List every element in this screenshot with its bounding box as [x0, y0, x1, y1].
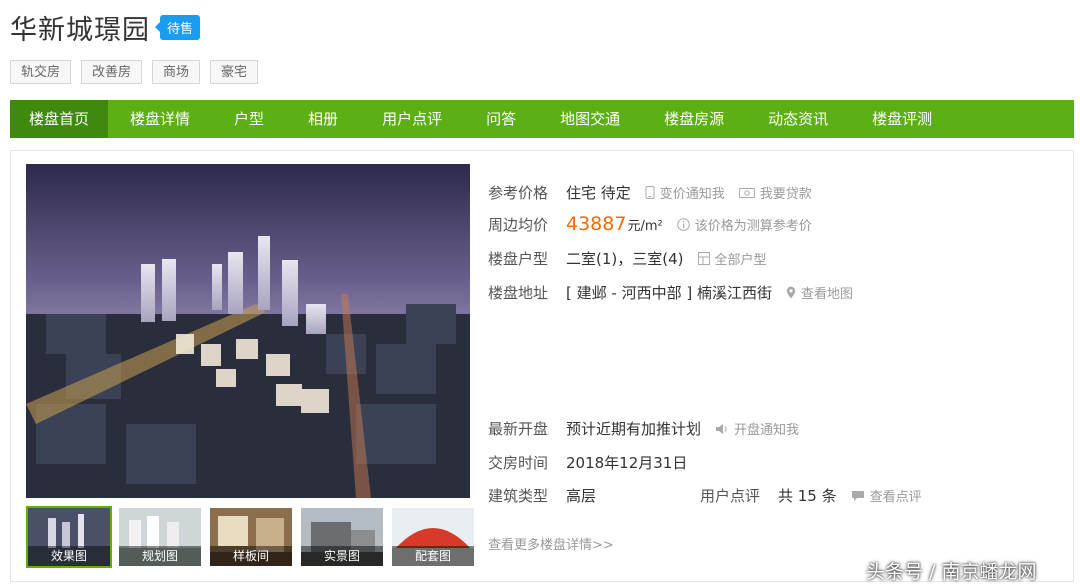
thumb-label: 实景图	[301, 546, 383, 566]
thumb-label: 效果图	[28, 546, 110, 566]
layout-label: 楼盘户型	[488, 250, 549, 268]
tag-item: 改善房	[81, 60, 143, 84]
thumb-label: 配套图	[392, 546, 474, 566]
delivery-row: 交房时间 2018年12月31日	[488, 452, 687, 473]
opening-row: 最新开盘 预计近期有加推计划 开盘通知我	[488, 418, 799, 439]
address-value: [ 建邺 - 河西中部 ] 楠溪江西街	[566, 284, 772, 302]
tag-list: 轨交房 改善房 商场 豪宅	[10, 60, 259, 84]
tag-item: 轨交房	[10, 60, 72, 84]
address-label: 楼盘地址	[488, 284, 549, 302]
avg-price-row: 周边均价 43887 元/m² 该价格为测算参考价	[488, 213, 812, 235]
status-badge: 待售	[154, 15, 201, 40]
loan-icon	[738, 187, 755, 198]
info-icon	[676, 217, 690, 231]
phone-icon	[645, 186, 655, 199]
watermark: 头条号 / 南京蟠龙网	[866, 561, 1037, 583]
ref-price-value: 住宅 待定	[566, 184, 631, 202]
view-map-link[interactable]: 查看地图	[786, 283, 853, 302]
building-value: 高层	[566, 487, 597, 505]
nav-item-home[interactable]: 楼盘首页	[10, 100, 109, 138]
thumb-showroom[interactable]: 样板间	[208, 506, 294, 568]
main-nav: 楼盘首页 楼盘详情 户型 相册 用户点评 问答 地图交通 楼盘房源 动态资讯 楼…	[10, 100, 1074, 138]
delivery-value: 2018年12月31日	[566, 454, 688, 472]
opening-value: 预计近期有加推计划	[566, 420, 702, 438]
thumb-amenities[interactable]: 配套图	[390, 506, 476, 568]
loan-text: 我要贷款	[759, 187, 812, 202]
more-details-link[interactable]: 查看更多楼盘详情>>	[488, 534, 614, 553]
thumb-rendering[interactable]: 效果图	[26, 506, 112, 568]
project-title: 华新城璟园	[10, 15, 150, 46]
layout-row: 楼盘户型 二室(1)，三室(4) 全部户型	[488, 248, 767, 269]
ref-price-label: 参考价格	[488, 184, 549, 202]
view-reviews-link[interactable]: 查看点评	[851, 486, 922, 505]
tag-item: 豪宅	[210, 60, 259, 84]
layout-value[interactable]: 二室(1)，三室(4)	[566, 248, 684, 269]
opening-notify-link[interactable]: 开盘通知我	[715, 419, 799, 438]
address-row: 楼盘地址 [ 建邺 - 河西中部 ] 楠溪江西街 查看地图	[488, 282, 853, 303]
all-layouts-link[interactable]: 全部户型	[697, 249, 767, 268]
thumb-label: 规划图	[119, 546, 201, 566]
thumb-label: 样板间	[210, 546, 292, 566]
price-notify-link[interactable]: 变价通知我	[645, 183, 725, 202]
delivery-label: 交房时间	[488, 454, 549, 472]
avg-price-value: 43887	[566, 213, 627, 235]
nav-item-reviews[interactable]: 用户点评	[360, 100, 464, 138]
building-label: 建筑类型	[488, 487, 549, 505]
thumbnail-strip: 效果图 规划图 样板间 实景图 配套图	[26, 506, 476, 568]
nav-item-album[interactable]: 相册	[286, 100, 360, 138]
nav-item-details[interactable]: 楼盘详情	[108, 100, 212, 138]
avg-price-label: 周边均价	[488, 215, 549, 234]
tag-item: 商场	[152, 60, 201, 84]
opening-notify-text: 开盘通知我	[734, 423, 800, 438]
thumb-planning[interactable]: 规划图	[117, 506, 203, 568]
reviews-count: 共 15 条	[778, 487, 837, 505]
nav-item-listings[interactable]: 楼盘房源	[642, 100, 746, 138]
building-row: 建筑类型 高层	[488, 485, 596, 506]
header: 华新城璟园 待售	[10, 8, 201, 47]
view-reviews-text: 查看点评	[869, 490, 922, 505]
nav-item-map[interactable]: 地图交通	[538, 100, 642, 138]
speaker-icon	[716, 423, 727, 434]
nav-item-qa[interactable]: 问答	[464, 100, 538, 138]
avg-price-unit: 元/m²	[627, 218, 663, 234]
main-rendering-image[interactable]	[26, 164, 470, 498]
price-note-text: 该价格为测算参考价	[694, 218, 812, 234]
nav-item-news[interactable]: 动态资讯	[746, 100, 850, 138]
map-pin-icon	[786, 286, 796, 299]
nav-item-evaluation[interactable]: 楼盘评测	[850, 100, 954, 138]
thumb-site-photo[interactable]: 实景图	[299, 506, 385, 568]
opening-label: 最新开盘	[488, 420, 549, 438]
view-map-text: 查看地图	[800, 287, 853, 302]
all-layouts-text: 全部户型	[714, 253, 767, 268]
price-notify-text: 变价通知我	[659, 187, 725, 202]
reviews-label: 用户点评	[700, 487, 761, 505]
ref-price-row: 参考价格 住宅 待定 变价通知我 我要贷款	[488, 182, 812, 203]
comment-icon	[851, 490, 864, 501]
loan-link[interactable]: 我要贷款	[738, 183, 812, 202]
price-note: 该价格为测算参考价	[676, 215, 812, 234]
reviews-row: 用户点评 共 15 条 查看点评	[700, 485, 922, 506]
floorplan-icon	[697, 252, 710, 265]
nav-item-layouts[interactable]: 户型	[212, 100, 286, 138]
project-card: 效果图 规划图 样板间 实景图 配套图 参考价格 住宅 待定 变价通知我 我要贷…	[10, 150, 1074, 582]
